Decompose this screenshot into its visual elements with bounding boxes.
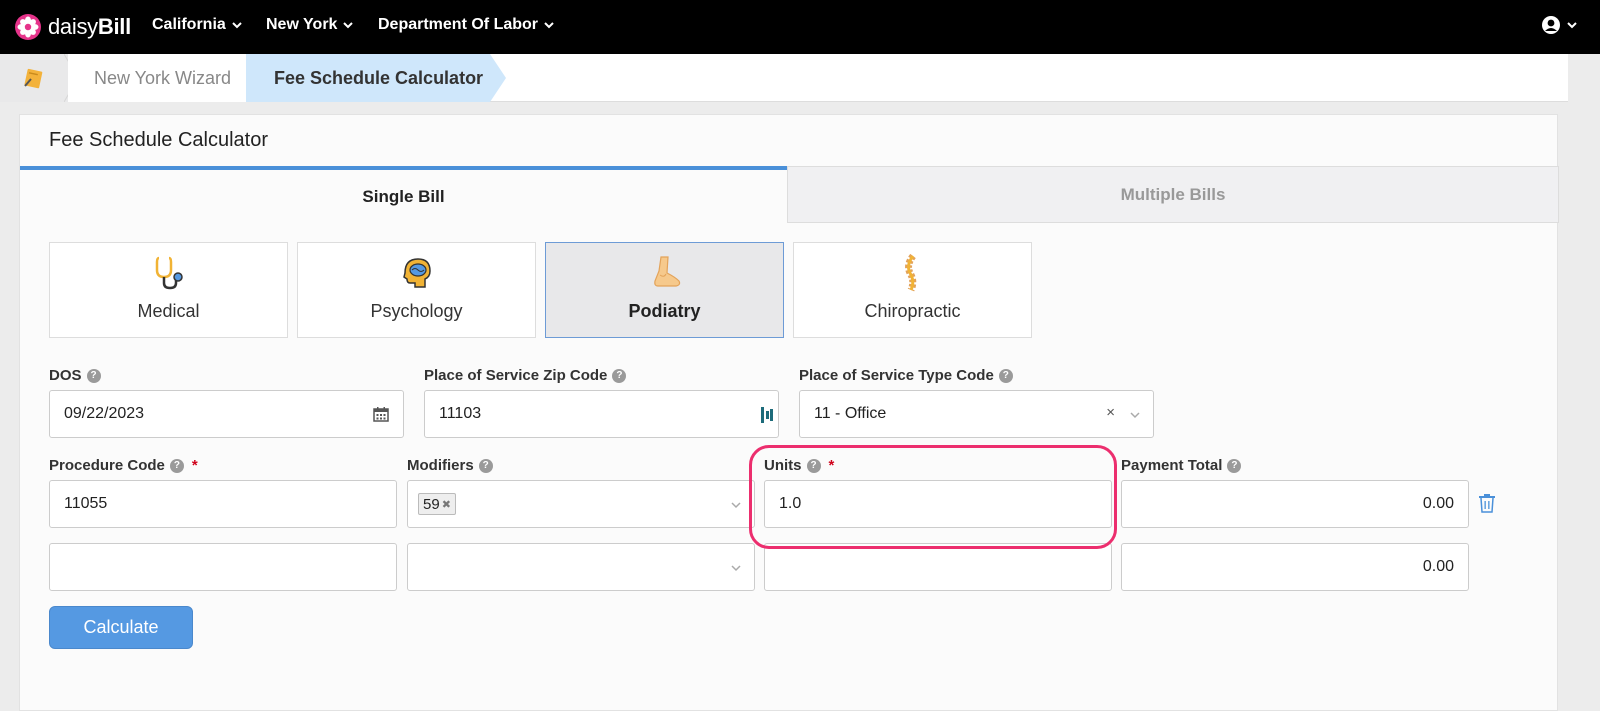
help-icon[interactable]: ? — [478, 458, 493, 473]
scrollbar[interactable] — [1568, 54, 1600, 711]
procedure-code-input[interactable] — [49, 543, 397, 591]
required-marker: * — [191, 457, 198, 474]
chevron-down-icon[interactable] — [730, 562, 742, 574]
help-icon[interactable]: ? — [612, 368, 627, 383]
pos-type-label-text: Place of Service Type Code — [799, 367, 994, 384]
modifier-tag-label: 59 — [423, 495, 440, 513]
help-icon[interactable]: ? — [998, 368, 1013, 383]
nav-label: Department Of Labor — [378, 16, 539, 33]
zip-label: Place of Service Zip Code ? — [424, 367, 627, 384]
zip-value: 11103 — [439, 405, 482, 422]
help-icon[interactable]: ? — [86, 368, 101, 383]
dos-value: 09/22/2023 — [64, 405, 145, 422]
stethoscope-icon — [155, 256, 183, 290]
notepad-icon — [24, 68, 43, 89]
modifiers-label: Modifiers ? — [407, 457, 493, 474]
modifiers-select[interactable] — [407, 543, 755, 591]
calculate-button[interactable]: Calculate — [49, 606, 193, 649]
chevron-down-icon[interactable] — [730, 499, 742, 511]
top-nav: daisyBill California New York Department… — [0, 0, 1600, 54]
payment-total-field: 0.00 — [1121, 543, 1469, 591]
units-highlight-annotation — [749, 445, 1117, 549]
pos-type-label: Place of Service Type Code ? — [799, 367, 1013, 384]
units-input[interactable] — [764, 543, 1112, 591]
chevron-down-icon — [343, 22, 354, 29]
payment-total-field: 0.00 — [1121, 480, 1469, 528]
trash-icon[interactable] — [1478, 493, 1496, 513]
user-icon — [1542, 16, 1560, 34]
help-icon[interactable]: ? — [169, 458, 184, 473]
chevron-down-icon — [544, 22, 554, 29]
page-title: Fee Schedule Calculator — [49, 129, 269, 151]
nav-label: New York — [266, 16, 338, 33]
category-label: Podiatry — [628, 301, 701, 321]
payment-value: 0.00 — [1422, 558, 1454, 575]
breadcrumb: New York Wizard Fee Schedule Calculator — [0, 54, 1568, 102]
spine-icon — [904, 253, 916, 292]
category-label: Chiropractic — [864, 301, 961, 321]
logo-text: daisyBill — [48, 14, 131, 39]
pos-type-value: 11 - Office — [814, 405, 887, 422]
chevron-down-icon — [232, 22, 242, 29]
dos-label-text: DOS — [49, 367, 82, 384]
category-medical[interactable]: Medical — [49, 242, 288, 338]
modifiers-label-text: Modifiers — [407, 457, 474, 474]
category-label: Medical — [137, 301, 200, 321]
breadcrumb-home[interactable] — [0, 54, 68, 102]
calendar-icon[interactable] — [373, 406, 389, 422]
chevron-down-icon — [1567, 22, 1577, 29]
procedure-label-text: Procedure Code — [49, 457, 165, 474]
breadcrumb-fee-schedule-calculator: Fee Schedule Calculator — [246, 54, 506, 102]
breadcrumb-new-york-wizard[interactable]: New York Wizard — [68, 54, 246, 102]
category-podiatry[interactable]: Podiatry — [545, 242, 784, 338]
tab-multiple-bills[interactable]: Multiple Bills — [787, 166, 1559, 223]
modifier-tag[interactable]: 59 ✖ — [418, 493, 456, 515]
nav-new-york[interactable]: New York — [266, 16, 354, 34]
payment-value: 0.00 — [1422, 495, 1454, 512]
procedure-code-label: Procedure Code ? * — [49, 457, 198, 474]
fee-schedule-card: Fee Schedule Calculator Single Bill Mult… — [19, 114, 1559, 711]
dos-field[interactable]: 09/22/2023 — [49, 390, 404, 438]
category-psychology[interactable]: Psychology — [297, 242, 536, 338]
payment-total-label: Payment Total ? — [1121, 457, 1242, 474]
procedure-code-input[interactable]: 11055 — [49, 480, 397, 528]
nav-department-of-labor[interactable]: Department Of Labor — [378, 16, 555, 34]
remove-tag-icon[interactable]: ✖ — [442, 498, 451, 511]
chevron-down-icon[interactable] — [1129, 409, 1141, 421]
dos-label: DOS ? — [49, 367, 101, 384]
nav-california[interactable]: California — [152, 16, 243, 34]
pos-type-select[interactable]: 11 - Office × — [799, 390, 1154, 438]
nav-label: California — [152, 16, 226, 33]
category-chiropractic[interactable]: Chiropractic — [793, 242, 1032, 338]
password-manager-icon[interactable] — [760, 406, 774, 424]
tab-single-bill[interactable]: Single Bill — [20, 166, 787, 223]
brain-icon — [402, 258, 431, 288]
payment-label-text: Payment Total — [1121, 457, 1223, 474]
help-icon[interactable]: ? — [1227, 458, 1242, 473]
foot-icon — [653, 256, 680, 287]
user-menu[interactable] — [1541, 15, 1578, 35]
daisy-flower-icon — [15, 14, 41, 40]
modifiers-select[interactable]: 59 ✖ — [407, 480, 755, 528]
clear-icon[interactable]: × — [1106, 404, 1115, 421]
zip-field[interactable]: 11103 — [424, 390, 779, 438]
zip-label-text: Place of Service Zip Code — [424, 367, 608, 384]
daisybill-logo[interactable]: daisyBill — [14, 12, 131, 42]
procedure-value: 11055 — [64, 495, 108, 512]
category-label: Psychology — [370, 301, 463, 321]
